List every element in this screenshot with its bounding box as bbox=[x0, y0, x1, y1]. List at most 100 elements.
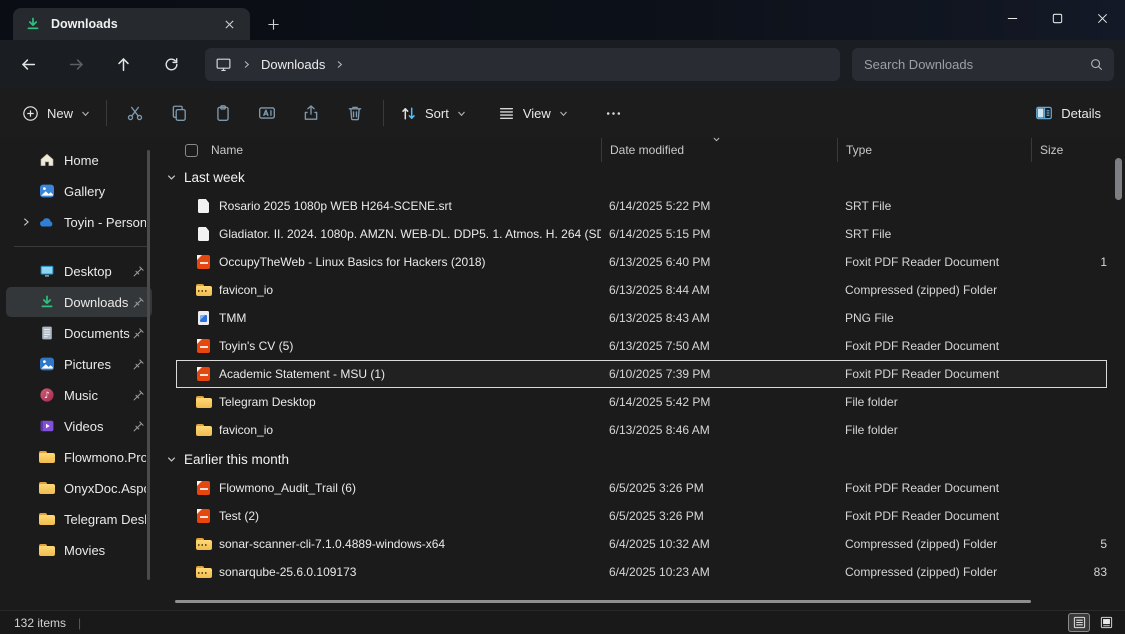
forward-button[interactable] bbox=[58, 46, 94, 82]
pictures-icon bbox=[38, 356, 55, 372]
horizontal-scrollbar-thumb[interactable] bbox=[175, 600, 1031, 603]
sidebar-item-home[interactable]: Home bbox=[6, 145, 152, 175]
rename-button[interactable] bbox=[245, 95, 289, 131]
file-row-favicon-io[interactable]: favicon_io6/13/2025 8:46 AMFile folder bbox=[176, 416, 1107, 444]
details-pane-icon bbox=[1035, 104, 1053, 122]
app-body: HomeGalleryToyin - Personal DesktopDownlo… bbox=[0, 138, 1125, 610]
rename-icon bbox=[258, 104, 276, 122]
file-row-sonar-scanner-cli-7-1-0-4889-windows-x64[interactable]: sonar-scanner-cli-7.1.0.4889-windows-x64… bbox=[176, 530, 1107, 558]
file-date-modified: 6/13/2025 6:40 PM bbox=[601, 255, 837, 269]
tab-downloads[interactable]: Downloads bbox=[13, 8, 250, 40]
file-row-favicon-io[interactable]: favicon_io6/13/2025 8:44 AMCompressed (z… bbox=[176, 276, 1107, 304]
back-button[interactable] bbox=[10, 46, 46, 82]
file-type: Foxit PDF Reader Document bbox=[837, 339, 1031, 353]
chevron-right-icon bbox=[242, 60, 251, 69]
details-pane-button[interactable]: Details bbox=[1025, 95, 1111, 131]
chevron-right-icon[interactable] bbox=[335, 60, 344, 69]
up-button[interactable] bbox=[105, 46, 141, 82]
sidebar-item-flowmono-proc[interactable]: Flowmono.Proc bbox=[6, 442, 152, 472]
column-header-type[interactable]: Type bbox=[837, 138, 1031, 162]
sidebar-item-downloads[interactable]: Downloads bbox=[6, 287, 152, 317]
file-type: File folder bbox=[837, 395, 1031, 409]
sidebar-item-pictures[interactable]: Pictures bbox=[6, 349, 152, 379]
refresh-button[interactable] bbox=[153, 46, 189, 82]
file-row-occupytheweb-linux-basics-for-hackers-2018[interactable]: OccupyTheWeb - Linux Basics for Hackers … bbox=[176, 248, 1107, 276]
gallery-icon bbox=[38, 183, 55, 199]
share-button[interactable] bbox=[289, 95, 333, 131]
file-name-text: TMM bbox=[219, 311, 246, 325]
toolbar-divider bbox=[106, 100, 107, 126]
paste-button[interactable] bbox=[201, 95, 245, 131]
navigation-bar: Downloads bbox=[0, 40, 1125, 88]
close-button[interactable] bbox=[1080, 0, 1125, 36]
vertical-scrollbar-thumb[interactable] bbox=[1115, 158, 1122, 200]
sidebar-scrollbar[interactable] bbox=[147, 150, 150, 580]
copy-button[interactable] bbox=[157, 95, 201, 131]
search-icon[interactable] bbox=[1089, 57, 1104, 72]
breadcrumb-downloads[interactable]: Downloads bbox=[261, 57, 325, 72]
vertical-scrollbar[interactable] bbox=[1115, 140, 1122, 600]
sidebar-item-desktop[interactable]: Desktop bbox=[6, 256, 152, 286]
zipped-folder-icon bbox=[196, 536, 212, 552]
file-type: Compressed (zipped) Folder bbox=[837, 565, 1031, 579]
pin-icon bbox=[132, 420, 145, 433]
desktop-icon bbox=[38, 263, 55, 279]
file-date-modified: 6/5/2025 3:26 PM bbox=[601, 509, 837, 523]
file-row-flowmono-audit-trail-6[interactable]: Flowmono_Audit_Trail (6)6/5/2025 3:26 PM… bbox=[176, 474, 1107, 502]
file-type: SRT File bbox=[837, 227, 1031, 241]
file-row-test-2[interactable]: Test (2)6/5/2025 3:26 PMFoxit PDF Reader… bbox=[176, 502, 1107, 530]
file-row-toyin-s-cv-5[interactable]: Toyin's CV (5)6/13/2025 7:50 AMFoxit PDF… bbox=[176, 332, 1107, 360]
file-row-academic-statement-msu-1[interactable]: Academic Statement - MSU (1)6/10/2025 7:… bbox=[176, 360, 1107, 388]
file-row-tmm[interactable]: TMM6/13/2025 8:43 AMPNG File bbox=[176, 304, 1107, 332]
status-bar: 132 items | bbox=[0, 610, 1125, 634]
sidebar-item-label: Movies bbox=[64, 543, 146, 558]
sort-button[interactable]: Sort bbox=[390, 95, 476, 131]
cut-button[interactable] bbox=[113, 95, 157, 131]
column-header-size[interactable]: Size bbox=[1031, 138, 1107, 162]
file-type: Foxit PDF Reader Document bbox=[837, 509, 1031, 523]
file-row-telegram-desktop[interactable]: Telegram Desktop6/14/2025 5:42 PMFile fo… bbox=[176, 388, 1107, 416]
file-date-modified: 6/14/2025 5:42 PM bbox=[601, 395, 837, 409]
search-input[interactable] bbox=[864, 57, 1089, 72]
sidebar-item-onyxdoc-aspos[interactable]: OnyxDoc.Aspos bbox=[6, 473, 152, 503]
column-header-date-modified[interactable]: Date modified bbox=[601, 138, 837, 162]
sort-descending-icon bbox=[712, 135, 721, 144]
file-date-modified: 6/5/2025 3:26 PM bbox=[601, 481, 837, 495]
sidebar-item-telegram-deskto[interactable]: Telegram Deskto bbox=[6, 504, 152, 534]
view-button-label: View bbox=[523, 106, 551, 121]
file-type: File folder bbox=[837, 423, 1031, 437]
search-box[interactable] bbox=[852, 48, 1114, 81]
details-button-label: Details bbox=[1061, 106, 1101, 121]
sidebar-item-music[interactable]: ♪Music bbox=[6, 380, 152, 410]
svg-text:♪: ♪ bbox=[44, 391, 50, 401]
sidebar-item-videos[interactable]: Videos bbox=[6, 411, 152, 441]
delete-button[interactable] bbox=[333, 95, 377, 131]
sidebar-item-toyin-personal[interactable]: Toyin - Personal bbox=[6, 207, 152, 237]
thumbnail-view-toggle[interactable] bbox=[1095, 613, 1117, 632]
chevron-right-icon[interactable] bbox=[14, 217, 38, 227]
file-type: Compressed (zipped) Folder bbox=[837, 537, 1031, 551]
maximize-button[interactable] bbox=[1035, 0, 1080, 36]
file-name-text: Gladiator. II. 2024. 1080p. AMZN. WEB-DL… bbox=[219, 227, 601, 241]
file-name-text: favicon_io bbox=[219, 423, 273, 437]
sidebar-item-documents[interactable]: Documents bbox=[6, 318, 152, 348]
this-pc-icon[interactable] bbox=[215, 56, 232, 73]
details-view-toggle[interactable] bbox=[1068, 613, 1090, 632]
select-all-checkbox[interactable] bbox=[185, 144, 198, 157]
more-options-button[interactable] bbox=[592, 95, 636, 131]
minimize-button[interactable] bbox=[990, 0, 1035, 36]
group-header-earlier-this-month[interactable]: Earlier this month bbox=[166, 444, 1125, 474]
file-row-rosario-2025-1080p-web-h264-scene-srt[interactable]: Rosario 2025 1080p WEB H264-SCENE.srt6/1… bbox=[176, 192, 1107, 220]
file-row-gladiator-ii-2024-1080p-amzn-web-dl-ddp5-1-atmos-h-264-sd[interactable]: Gladiator. II. 2024. 1080p. AMZN. WEB-DL… bbox=[176, 220, 1107, 248]
sidebar-item-movies[interactable]: Movies bbox=[6, 535, 152, 565]
sidebar-item-gallery[interactable]: Gallery bbox=[6, 176, 152, 206]
file-type: Compressed (zipped) Folder bbox=[837, 283, 1031, 297]
file-row-sonarqube-25-6-0-109173[interactable]: sonarqube-25.6.0.1091736/4/2025 10:23 AM… bbox=[176, 558, 1107, 586]
address-bar[interactable]: Downloads bbox=[205, 48, 840, 81]
tab-close-icon[interactable] bbox=[218, 13, 240, 35]
column-header-name[interactable]: Name bbox=[176, 138, 601, 162]
view-button[interactable]: View bbox=[488, 95, 578, 131]
group-header-last-week[interactable]: Last week bbox=[166, 162, 1125, 192]
new-tab-button[interactable] bbox=[261, 13, 285, 35]
new-button[interactable]: New bbox=[12, 95, 100, 131]
